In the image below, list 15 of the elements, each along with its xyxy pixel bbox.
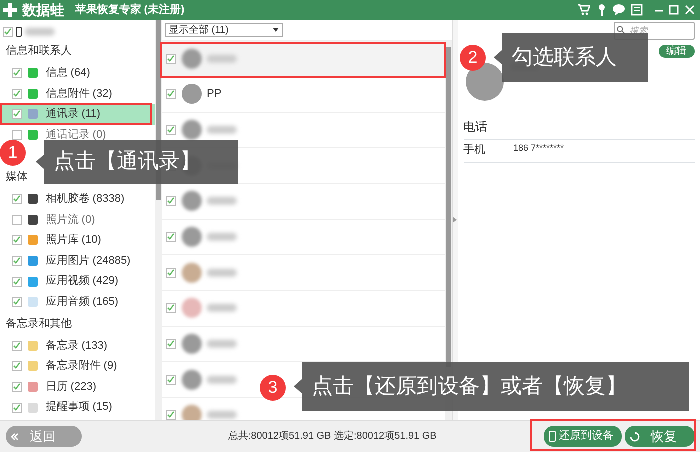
section-title: 信息和联系人 [5,44,73,59]
field-label: 手机 [464,143,486,158]
logo: 数据蛙 [22,0,64,20]
field-value: 186 7******** [514,142,564,156]
callout-tooltip: 勾选联系人 [494,33,648,82]
step-number-badge: 3 [260,375,286,401]
step-number-badge: 2 [460,45,486,71]
window-title: 苹果恢复专家 (未注册) [75,2,185,18]
section-title: 媒体 [5,170,29,185]
contact-name: PP [207,87,222,102]
section-title: 备忘录和其他 [5,316,73,332]
callout-tooltip: 点击【还原到设备】或者【恢复】 [294,362,689,411]
section-title: 电话 [464,118,694,140]
status-text: 总共:80012项51.91 GB 选定:80012项51.91 GB [227,430,438,444]
callout-tooltip: 点击【通讯录】 [36,140,238,184]
